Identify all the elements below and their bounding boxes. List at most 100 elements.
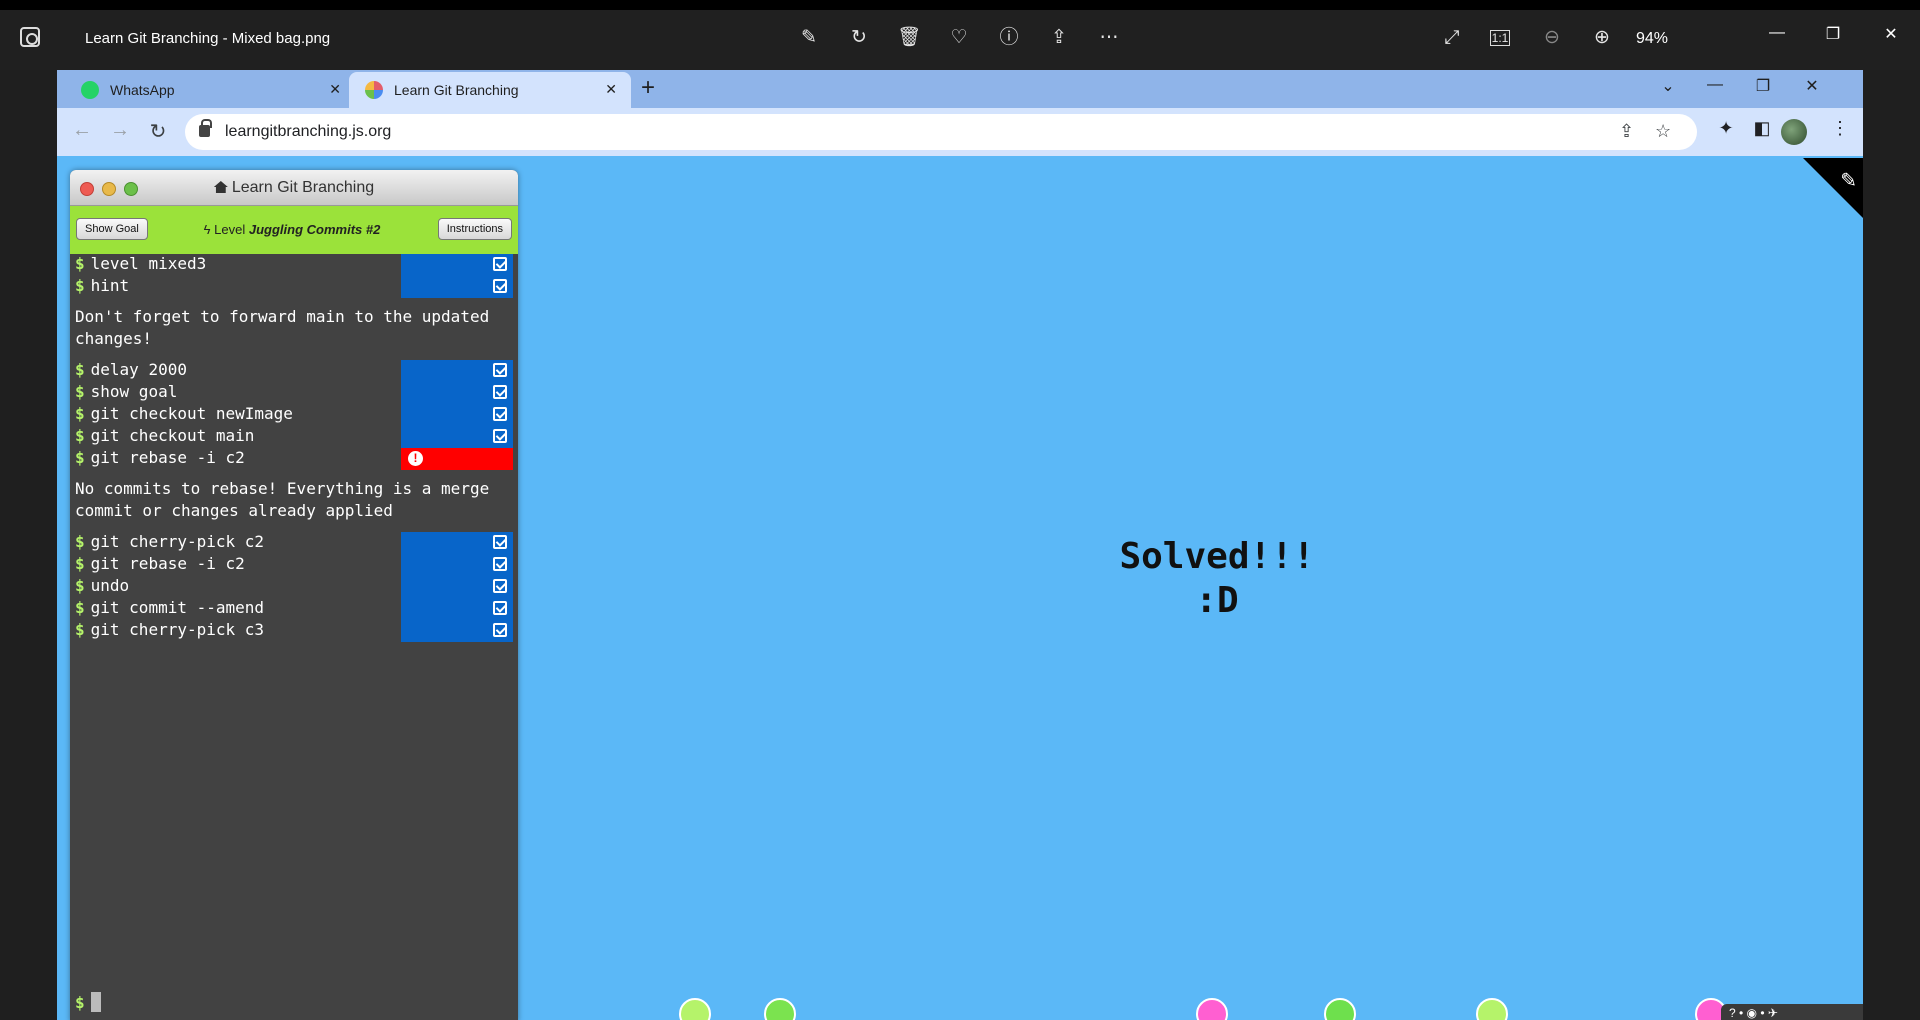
status-error: ! xyxy=(401,448,513,470)
zoom-level: 94% xyxy=(1636,30,1669,47)
checkbox-icon xyxy=(493,385,507,399)
terminal-title: Learn Git Branching xyxy=(231,179,375,196)
command-text: level mixed3 xyxy=(90,254,207,273)
status-ok xyxy=(401,620,513,642)
command-row: $ git rebase -i c2 ! xyxy=(75,448,513,470)
status-ok xyxy=(401,598,513,620)
command-row: $ git checkout main xyxy=(75,426,513,448)
bookmark-star-icon[interactable]: ☆ xyxy=(1655,121,1671,142)
checkbox-icon xyxy=(493,535,507,549)
viewer-close-button[interactable]: ✕ xyxy=(1876,24,1906,44)
command-row: $ delay 2000 xyxy=(75,360,513,382)
command-row: $ git cherry-pick c3 xyxy=(75,620,513,642)
toolbar: ← → ↻ learngitbranching.js.org ⇪ ☆ ✦ ◧ ⋮ xyxy=(57,108,1863,156)
forward-icon[interactable]: → xyxy=(107,119,133,142)
address-bar[interactable]: learngitbranching.js.org ⇪ ☆ xyxy=(185,114,1697,150)
status-ok xyxy=(401,576,513,598)
command-row: $ git checkout newImage xyxy=(75,404,513,426)
command-text: git commit --amend xyxy=(90,598,265,617)
close-icon[interactable]: ✕ xyxy=(605,81,617,98)
zoom-in-icon[interactable]: ⊕ xyxy=(1590,26,1614,50)
text-cursor xyxy=(90,992,101,1012)
viewer-minimize-button[interactable]: — xyxy=(1762,24,1792,42)
command-text: git cherry-pick c3 xyxy=(90,620,265,639)
status-ok xyxy=(401,532,513,554)
whatsapp-icon xyxy=(81,81,99,99)
reload-icon[interactable]: ↻ xyxy=(145,119,171,144)
command-text: git checkout main xyxy=(90,426,255,445)
checkbox-icon xyxy=(493,601,507,615)
status-ok xyxy=(401,404,513,426)
close-icon[interactable]: ✕ xyxy=(329,81,341,98)
zoom-out-icon[interactable]: ⊖ xyxy=(1540,26,1564,50)
command-text: git checkout newImage xyxy=(90,404,293,423)
commit-node[interactable] xyxy=(1324,998,1356,1020)
tab-whatsapp[interactable]: WhatsApp ✕ xyxy=(65,72,355,108)
commit-node[interactable] xyxy=(764,998,796,1020)
level-name: Juggling Commits #2 xyxy=(248,222,381,237)
back-icon[interactable]: ← xyxy=(69,119,95,142)
more-icon[interactable]: ⋯ xyxy=(1097,26,1121,50)
viewer-restore-button[interactable]: ❐ xyxy=(1818,24,1848,44)
level-prefix: Level xyxy=(214,222,246,237)
command-row: $ hint xyxy=(75,276,513,298)
browser-minimize-button[interactable]: — xyxy=(1700,76,1730,94)
browser-window: WhatsApp ✕ Learn Git Branching ✕ + ⌄ — ❐… xyxy=(57,70,1863,1020)
command-text: hint xyxy=(90,276,130,295)
command-text: git rebase -i c2 xyxy=(90,554,245,573)
hint-message: Don't forget to forward main to the upda… xyxy=(75,307,490,348)
git-branching-favicon xyxy=(365,81,383,99)
status-ok xyxy=(401,254,513,276)
error-icon: ! xyxy=(408,451,423,466)
checkbox-icon xyxy=(493,579,507,593)
share-icon[interactable]: ⇪ xyxy=(1047,26,1071,50)
side-panel-icon[interactable]: ◧ xyxy=(1749,118,1775,139)
command-row: $ level mixed3 xyxy=(75,254,513,276)
tab-label: Learn Git Branching xyxy=(394,82,519,98)
avatar[interactable] xyxy=(1781,119,1807,145)
commit-node[interactable] xyxy=(1196,998,1228,1020)
edit-image-icon[interactable]: ✎ xyxy=(797,26,821,50)
checkbox-icon xyxy=(493,623,507,637)
lock-icon[interactable] xyxy=(199,119,212,137)
bolt-icon: ϟ xyxy=(203,222,211,237)
browser-restore-button[interactable]: ❐ xyxy=(1748,76,1778,96)
favorite-icon[interactable]: ♡ xyxy=(947,26,971,50)
command-text: git cherry-pick c2 xyxy=(90,532,265,551)
url-text[interactable]: learngitbranching.js.org xyxy=(225,123,391,141)
tab-label: WhatsApp xyxy=(110,82,175,98)
status-ok xyxy=(401,360,513,382)
checkbox-icon xyxy=(493,257,507,271)
help-links-bar[interactable]: ? • ◉ • ✈ xyxy=(1721,1004,1863,1020)
tab-learn-git-branching[interactable]: Learn Git Branching ✕ xyxy=(349,72,631,108)
extensions-icon[interactable]: ✦ xyxy=(1713,118,1739,139)
viewer-left-margin xyxy=(0,70,57,1020)
checkbox-icon xyxy=(493,363,507,377)
rotate-icon[interactable]: ↻ xyxy=(847,26,871,50)
fullscreen-icon[interactable]: ⤢ xyxy=(1440,26,1464,50)
new-tab-button[interactable]: + xyxy=(641,74,655,102)
checkbox-icon xyxy=(493,429,507,443)
browser-close-button[interactable]: ✕ xyxy=(1797,76,1827,96)
commit-node[interactable] xyxy=(679,998,711,1020)
checkbox-icon xyxy=(493,407,507,421)
command-text: undo xyxy=(90,576,130,595)
actual-size-icon[interactable]: 1:1 xyxy=(1490,30,1510,46)
terminal-history: $ level mixed3 $ hint Don't forget to forw… xyxy=(70,254,518,1020)
share-page-icon[interactable]: ⇪ xyxy=(1619,121,1634,142)
delete-icon[interactable]: 🗑 xyxy=(897,26,921,50)
pin-icon[interactable]: ✎ xyxy=(1840,168,1857,193)
menu-icon[interactable]: ⋮ xyxy=(1827,118,1853,139)
status-ok xyxy=(401,276,513,298)
info-icon[interactable]: ⓘ xyxy=(997,26,1021,50)
status-ok xyxy=(401,382,513,404)
show-goal-button[interactable]: Show Goal xyxy=(76,218,148,240)
command-input[interactable]: $ xyxy=(75,992,101,1016)
tab-search-icon[interactable]: ⌄ xyxy=(1653,76,1683,96)
instructions-button[interactable]: Instructions xyxy=(437,218,512,240)
terminal-window: Learn Git Branching Show Goal ϟ Level Ju… xyxy=(70,170,518,1020)
tab-strip: WhatsApp ✕ Learn Git Branching ✕ + ⌄ — ❐… xyxy=(57,70,1863,108)
commit-node[interactable] xyxy=(1476,998,1508,1020)
level-bar: Show Goal ϟ Level Juggling Commits #2 In… xyxy=(70,206,518,254)
command-row: $ show goal xyxy=(75,382,513,404)
